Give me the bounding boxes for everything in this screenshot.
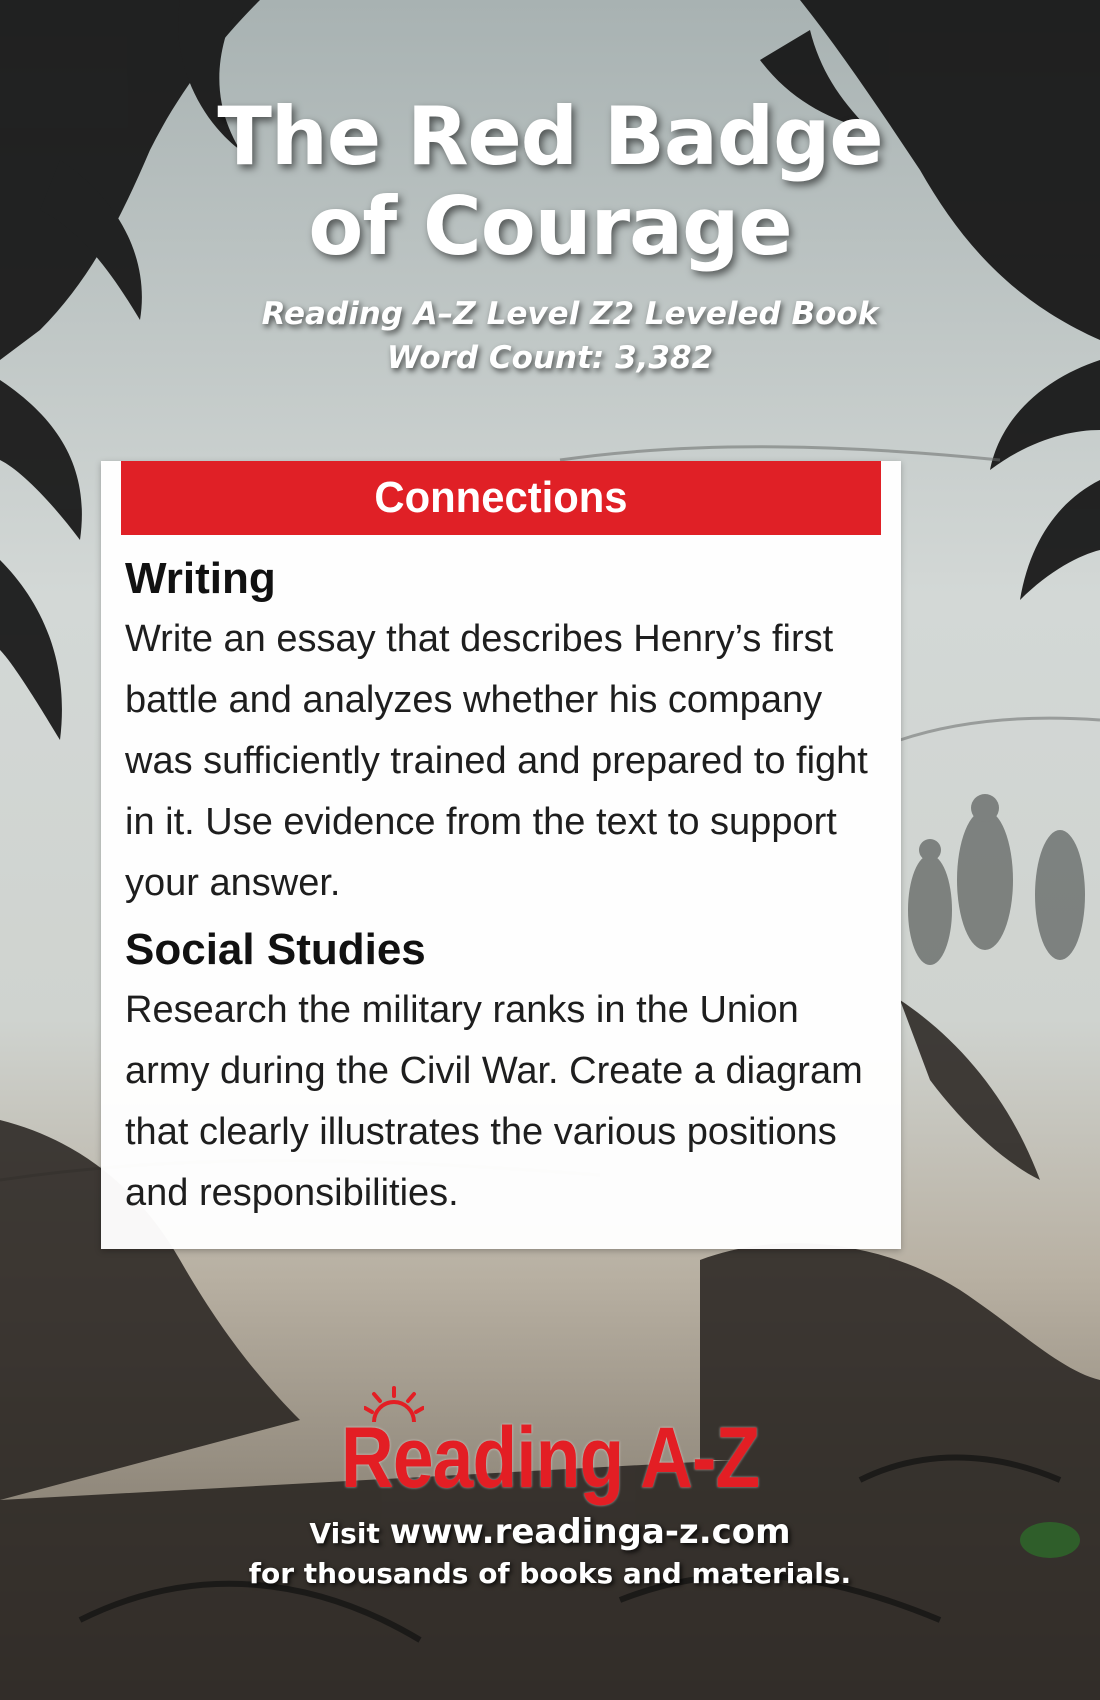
writing-heading: Writing	[125, 554, 276, 603]
word-count: Word Count: 3,382	[386, 340, 714, 376]
visit-block: Visit www.readinga-z.com for thousands o…	[0, 1512, 1100, 1594]
connections-card: Connections Writing Write an essay that …	[101, 461, 901, 1249]
visit-tagline: for thousands of books and materials.	[248, 1557, 852, 1590]
website-link[interactable]: www.readinga-z.com	[390, 1512, 791, 1552]
book-title: The Red Badge of Courage	[0, 92, 1100, 272]
visit-line: Visit www.readinga-z.com	[0, 1512, 1100, 1554]
social-studies-heading: Social Studies	[125, 925, 426, 974]
reading-az-logo: Reading A-Z	[0, 1415, 1100, 1501]
connections-body: Writing Write an essay that describes He…	[101, 535, 901, 1224]
social-studies-text: Research the military ranks in the Union…	[125, 989, 863, 1214]
visit-prefix: Visit	[309, 1517, 380, 1550]
book-subtitle: Reading A–Z Level Z2 Leveled Book Word C…	[0, 292, 1100, 380]
title-line-1: The Red Badge	[217, 90, 883, 183]
level-line: Reading A–Z Level Z2 Leveled Book	[261, 296, 879, 332]
title-line-2: of Courage	[308, 180, 792, 273]
logo-text: Reading A-Z	[340, 1410, 760, 1506]
connections-header: Connections	[121, 461, 881, 535]
writing-text: Write an essay that describes Henry’s fi…	[125, 618, 868, 904]
